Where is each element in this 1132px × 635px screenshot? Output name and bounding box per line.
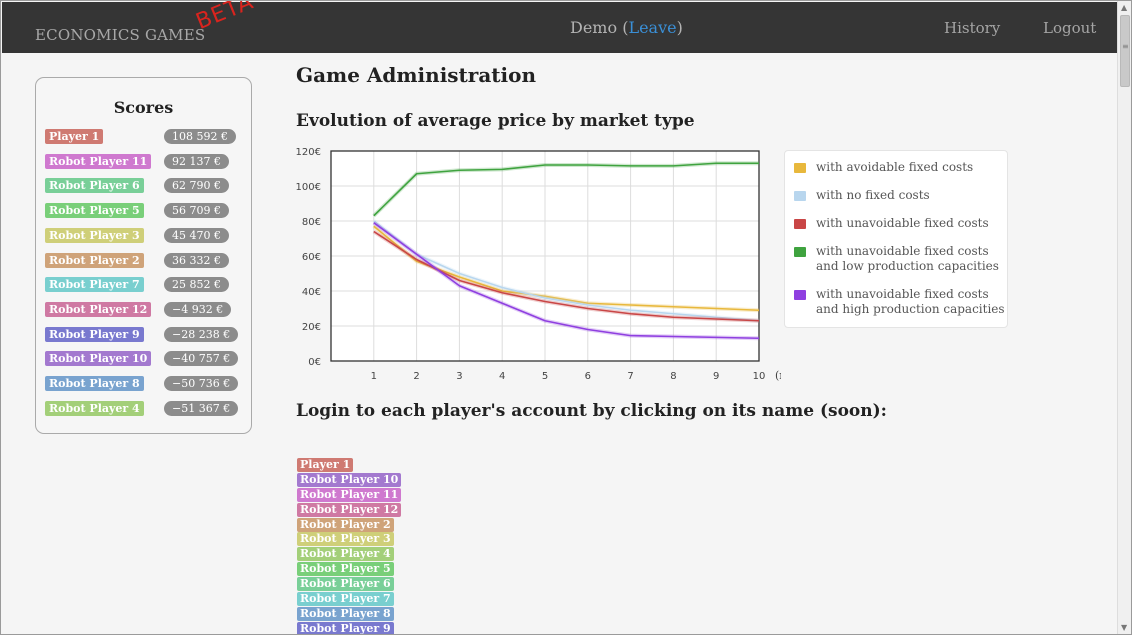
score-row: Robot Player 8 −50 736 € — [45, 376, 245, 392]
score-row: Robot Player 11 92 137 € — [45, 153, 245, 170]
login-player-item: Robot Player 6 — [297, 572, 401, 592]
score-row: Robot Player 7 25 852 € — [45, 277, 245, 293]
score-value-badge: 25 852 € — [164, 277, 229, 293]
x-axis-label: (round) — [775, 369, 781, 382]
leave-link[interactable]: Leave — [628, 18, 676, 37]
login-player-list: Player 1 Robot Player 10 Robot Player 11 Ro… — [297, 453, 402, 634]
logout-link[interactable]: Logout — [1043, 19, 1096, 37]
score-row: Robot Player 5 56 709 € — [45, 203, 245, 219]
login-player-item: Robot Player 7 — [297, 587, 401, 607]
score-player-label: Robot Player 5 — [45, 203, 144, 219]
login-title: Login to each player's account by clicki… — [296, 401, 887, 421]
score-row: Robot Player 4 −51 367 € — [45, 400, 245, 417]
brand-logo[interactable]: ECONOMICS GAMES — [35, 26, 205, 44]
score-player-label: Robot Player 3 — [45, 227, 144, 243]
x-tick-label: 8 — [670, 371, 676, 382]
y-tick-label: 80€ — [302, 217, 321, 228]
chart-legend: with avoidable fixed costs with no fixed … — [784, 150, 1008, 328]
y-tick-label: 100€ — [296, 182, 321, 193]
x-tick-label: 3 — [456, 371, 462, 382]
score-value-badge: 108 592 € — [164, 129, 236, 144]
chart-title: Evolution of average price by market typ… — [296, 111, 695, 131]
legend-swatch — [794, 290, 806, 300]
legend-label: with unavoidable fixed costs — [816, 216, 989, 230]
scroll-down-icon[interactable]: ▼ — [1121, 623, 1127, 632]
score-value-badge: −4 932 € — [164, 301, 232, 317]
score-player-label: Player 1 — [45, 129, 104, 144]
x-tick-label: 2 — [413, 371, 419, 382]
login-player-item: Robot Player 5 — [297, 557, 401, 577]
scroll-up-icon[interactable]: ▲ — [1121, 3, 1127, 12]
score-row: Robot Player 3 45 470 € — [45, 227, 245, 244]
legend-swatch — [794, 247, 806, 257]
login-player-item: Robot Player 8 — [297, 602, 401, 621]
score-value-badge: 92 137 € — [164, 153, 229, 169]
x-tick-label: 4 — [499, 371, 505, 382]
login-player-item: Robot Player 4 — [297, 542, 401, 562]
score-player-label: Robot Player 10 — [45, 351, 152, 367]
score-player-label: Robot Player 9 — [45, 326, 144, 342]
y-tick-label: 20€ — [302, 322, 321, 333]
x-tick-label: 5 — [542, 371, 548, 382]
scores-title: Scores — [113, 98, 174, 117]
score-row: Robot Player 6 62 790 € — [45, 178, 245, 194]
score-value-badge: 56 709 € — [164, 203, 229, 219]
legend-label: with unavoidable fixed costs and low pro… — [816, 244, 999, 273]
x-tick-label: 7 — [627, 371, 633, 382]
page-title: Game Administration — [296, 63, 536, 87]
login-player-item: Robot Player 9 — [297, 617, 401, 634]
score-player-label: Robot Player 12 — [45, 301, 152, 317]
beta-badge: BETA — [192, 0, 258, 35]
score-value-badge: 45 470 € — [164, 227, 229, 243]
score-row: Robot Player 9 −28 238 € — [45, 326, 245, 343]
score-player-label: Robot Player 7 — [45, 277, 144, 293]
legend-label: with no fixed costs — [816, 188, 930, 202]
demo-label: Demo ( — [570, 18, 629, 37]
login-player-link[interactable]: Robot Player 9 — [297, 621, 394, 634]
score-player-label: Robot Player 2 — [45, 252, 144, 268]
score-value-badge: −50 736 € — [164, 376, 239, 391]
login-player-item: Player 1 — [297, 453, 401, 472]
x-tick-label: 10 — [753, 371, 766, 382]
navbar: ECONOMICS GAMES BETA Demo (Leave) Histor… — [2, 0, 1118, 53]
legend-swatch — [794, 163, 806, 173]
legend-swatch — [794, 219, 806, 229]
score-player-label: Robot Player 11 — [45, 153, 152, 169]
y-tick-label: 0€ — [308, 357, 321, 368]
login-player-item: Robot Player 11 — [297, 483, 402, 502]
browser-frame: ECONOMICS GAMES BETA Demo (Leave) Histor… — [0, 0, 1132, 635]
score-value-badge: 62 790 € — [164, 178, 229, 194]
scores-panel: Scores Player 1 108 592 € Robot Player 11 9… — [35, 77, 252, 434]
demo-close: ) — [676, 18, 683, 37]
score-value-badge: 36 332 € — [164, 252, 229, 268]
x-tick-label: 9 — [713, 371, 719, 382]
x-tick-label: 6 — [585, 371, 591, 382]
score-value-badge: −40 757 € — [164, 351, 239, 367]
score-value-badge: −28 238 € — [164, 326, 239, 342]
price-chart: 0€ 20€ 40€ 60€ 80€ 100€ 120€ 1 2 3 4 5 6 7 8 9 10 (round) — [296, 147, 781, 382]
score-player-label: Robot Player 6 — [45, 178, 144, 194]
history-link[interactable]: History — [944, 19, 1000, 37]
login-player-item: Robot Player 10 — [297, 468, 402, 487]
score-player-label: Robot Player 8 — [45, 376, 144, 391]
score-row: Robot Player 2 36 332 € — [45, 252, 245, 269]
y-tick-label: 60€ — [302, 252, 321, 263]
demo-session-label: Demo (Leave) — [570, 18, 683, 37]
score-player-label: Robot Player 4 — [45, 400, 144, 416]
legend-label: with avoidable fixed costs — [816, 160, 974, 174]
vertical-scrollbar[interactable]: ▲ ▼ — [1117, 1, 1131, 634]
score-row: Robot Player 10 −40 757 € — [45, 351, 245, 367]
login-player-item: Robot Player 3 — [297, 527, 401, 547]
login-player-item: Robot Player 2 — [297, 513, 401, 532]
score-row: Robot Player 12 −4 932 € — [45, 301, 245, 318]
score-row: Player 1 108 592 € — [45, 129, 245, 145]
score-value-badge: −51 367 € — [164, 400, 239, 416]
scroll-thumb[interactable] — [1120, 15, 1130, 87]
legend-label: with unavoidable fixed costs and high pr… — [816, 287, 1005, 316]
y-tick-label: 120€ — [296, 147, 321, 158]
legend-swatch — [794, 191, 806, 201]
login-player-item: Robot Player 12 — [297, 498, 402, 517]
y-tick-label: 40€ — [302, 287, 321, 298]
x-tick-label: 1 — [371, 371, 377, 382]
